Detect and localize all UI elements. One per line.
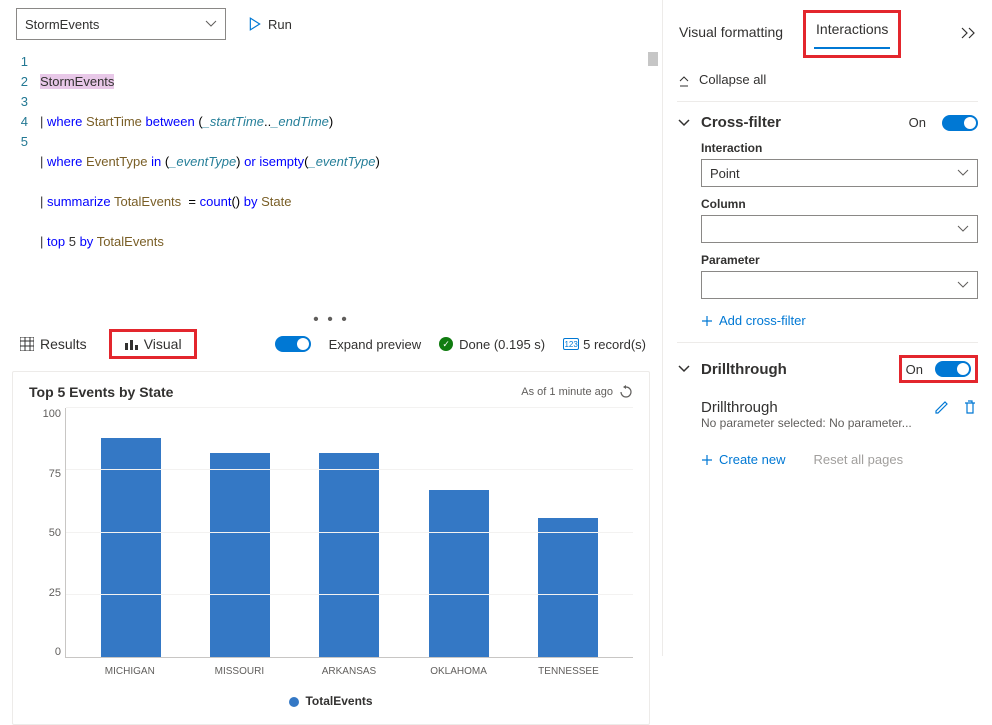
drillthrough-on-label: On	[906, 362, 923, 377]
source-name: StormEvents	[25, 17, 99, 32]
line-gutter: 1 2 3 4 5	[0, 52, 40, 312]
check-icon: ✓	[439, 337, 453, 351]
run-button[interactable]: Run	[238, 13, 302, 36]
interaction-label: Interaction	[701, 141, 978, 155]
chevron-down-icon	[957, 279, 969, 291]
bar-missouri[interactable]	[210, 453, 270, 657]
table-icon	[20, 337, 34, 351]
cross-filter-title: Cross-filter	[701, 114, 899, 131]
bar-michigan[interactable]	[101, 438, 161, 657]
run-label: Run	[268, 17, 292, 32]
play-icon	[248, 17, 262, 31]
cross-filter-toggle[interactable]	[942, 115, 978, 131]
edit-icon[interactable]	[934, 399, 950, 415]
plus-icon	[701, 315, 713, 327]
code-area[interactable]: StormEvents | where StartTime between (_…	[40, 52, 662, 312]
delete-icon[interactable]	[962, 399, 978, 415]
chart-asof: As of 1 minute ago	[521, 386, 613, 398]
minimap[interactable]	[648, 52, 658, 66]
record-count[interactable]: 123 5 record(s)	[563, 337, 646, 352]
bar-oklahoma[interactable]	[429, 490, 489, 657]
section-drillthrough: Drillthrough On Drillthrough No paramete…	[677, 342, 978, 481]
xlabel: MICHIGAN	[100, 660, 160, 688]
xlabel: TENNESSEE	[538, 660, 598, 688]
tab-visual-label: Visual	[144, 336, 182, 352]
chart-title: Top 5 Events by State	[29, 384, 173, 400]
chart-icon	[124, 337, 138, 351]
reset-all-pages-button[interactable]: Reset all pages	[813, 452, 903, 467]
drillthrough-title: Drillthrough	[701, 361, 889, 378]
source-dropdown[interactable]: StormEvents	[16, 8, 226, 40]
drillthrough-toggle[interactable]	[935, 361, 971, 377]
create-new-button[interactable]: Create new	[701, 452, 785, 467]
chevron-double-right-icon	[960, 26, 978, 40]
tab-results-label: Results	[40, 336, 87, 352]
column-select[interactable]	[701, 215, 978, 243]
legend-swatch	[289, 697, 299, 707]
drillthrough-item-title: Drillthrough	[701, 399, 912, 416]
cross-filter-on-label: On	[909, 115, 926, 130]
expand-preview-toggle[interactable]	[275, 336, 311, 352]
bar-tennessee[interactable]	[538, 518, 598, 657]
plus-icon	[701, 454, 713, 466]
parameter-select[interactable]	[701, 271, 978, 299]
collapse-all-button[interactable]: Collapse all	[677, 58, 978, 101]
collapse-icon	[677, 73, 691, 87]
chevron-down-icon	[957, 223, 969, 235]
query-status: ✓ Done (0.195 s)	[439, 337, 545, 352]
chevron-down-icon	[205, 18, 217, 30]
expand-pane-button[interactable]	[960, 26, 978, 43]
chevron-down-icon[interactable]	[677, 117, 691, 129]
interaction-select[interactable]: Point	[701, 159, 978, 187]
add-cross-filter-button[interactable]: Add cross-filter	[701, 313, 978, 328]
parameter-label: Parameter	[701, 253, 978, 267]
chart-card: Top 5 Events by State As of 1 minute ago…	[12, 371, 650, 725]
refresh-icon[interactable]	[619, 385, 633, 399]
tab-interactions[interactable]: Interactions	[814, 15, 890, 49]
query-editor[interactable]: 1 2 3 4 5 StormEvents | where StartTime …	[0, 48, 662, 316]
column-label: Column	[701, 197, 978, 211]
xlabel: OKLAHOMA	[429, 660, 489, 688]
drillthrough-item-subtitle: No parameter selected: No parameter...	[701, 416, 912, 430]
records-icon: 123	[563, 338, 579, 350]
bar-arkansas[interactable]	[319, 453, 379, 657]
tab-visual-formatting[interactable]: Visual formatting	[677, 18, 785, 50]
xlabel: ARKANSAS	[319, 660, 379, 688]
chevron-down-icon	[957, 167, 969, 179]
tab-results[interactable]: Results	[16, 330, 91, 358]
bar-chart: 1007550250 MICHIGANMISSOURIARKANSASOKLAH…	[29, 408, 633, 688]
expand-preview-label: Expand preview	[329, 337, 422, 352]
chevron-down-icon[interactable]	[677, 363, 691, 375]
resize-handle[interactable]: • • •	[0, 316, 662, 324]
xlabel: MISSOURI	[209, 660, 269, 688]
chart-legend: TotalEvents	[29, 694, 633, 708]
tab-visual[interactable]: Visual	[109, 329, 197, 359]
section-cross-filter: Cross-filter On Interaction Point Column…	[677, 101, 978, 342]
